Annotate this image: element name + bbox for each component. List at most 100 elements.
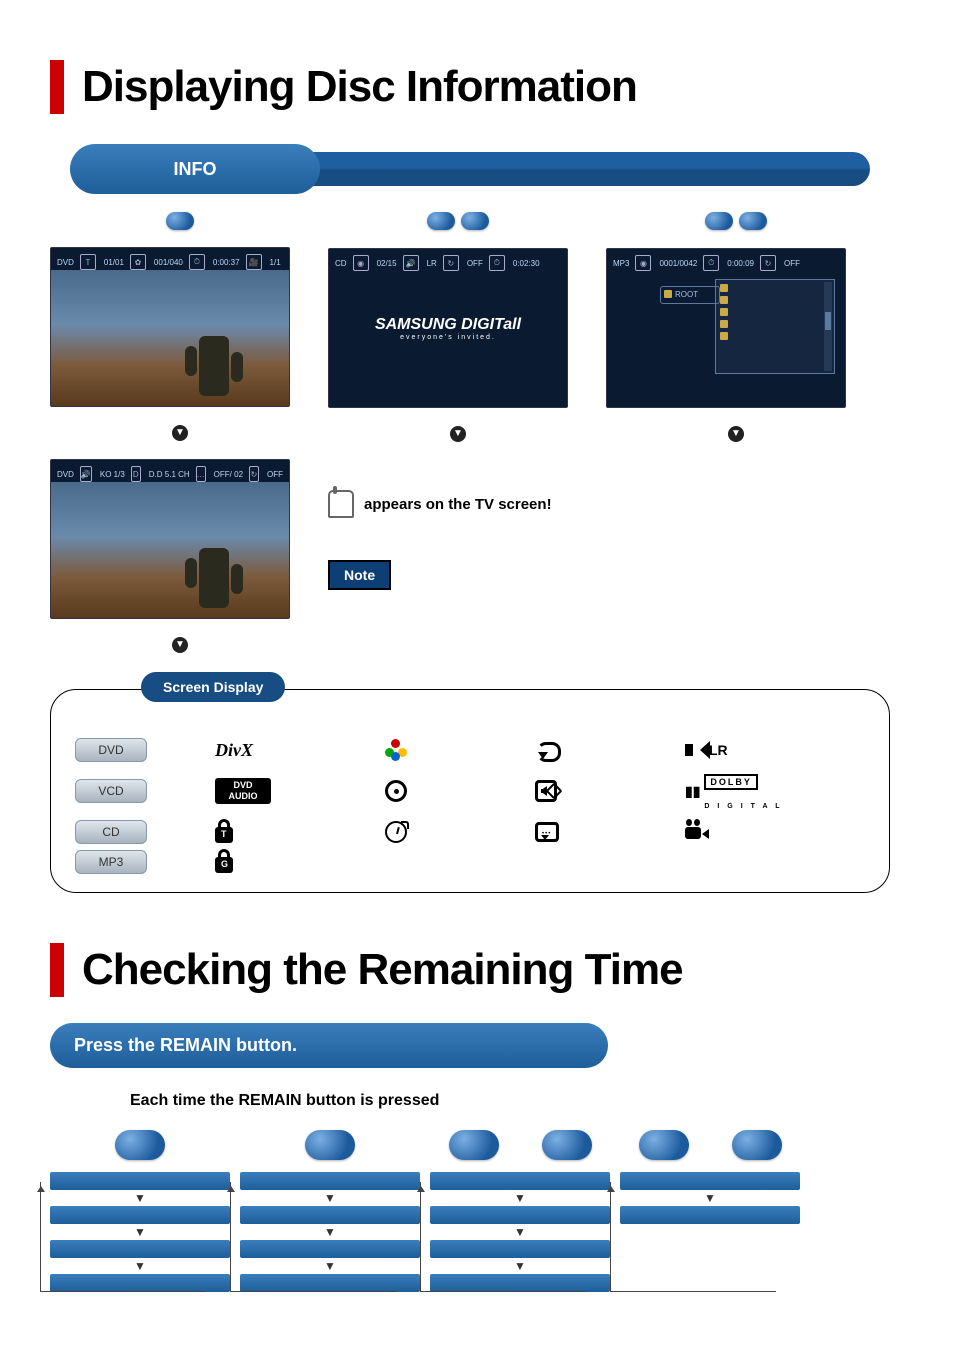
cactus-decoration-2: [199, 548, 229, 608]
down-caret-icon: ▼: [430, 1262, 610, 1270]
arrow-down-icon: ▼: [172, 425, 188, 441]
screen-display-box: Screen Display DVD DivX LR VCD DVD AUDIO…: [50, 689, 890, 893]
repeat-cycle-icon: [535, 740, 655, 760]
down-caret-icon: ▼: [50, 1194, 230, 1202]
dvd1-chapter: 001/040: [154, 258, 183, 267]
arrow-down-icon-2: ▼: [172, 637, 188, 653]
mp3-osd-shot: MP3 ◉ 0001/0042 ⏱ 0:00:09 ↻ OFF ROOT: [606, 248, 846, 408]
down-caret-icon: ▼: [240, 1262, 420, 1270]
title-clover-icon: [385, 739, 505, 761]
mp3-time-icon: ⏱: [703, 255, 719, 271]
dvd-audio-logo: DVD AUDIO: [215, 778, 271, 804]
info-pill: INFO: [50, 144, 870, 194]
mp3-track-icon: ◉: [635, 255, 651, 271]
heading-accent-bar: [50, 60, 64, 114]
heading-checking-title: Checking the Remaining Time: [82, 945, 683, 995]
cd-osd-shot: CD ◉ 02/15 🔊 LR ↻ OFF ⏱ 0:02:30 SAMSUNG …: [328, 248, 568, 408]
dvd-osd-shot-1: DVD T 01/01 ✿ 001/040 ⏱ 0:00:37 🎥 1/1: [50, 247, 290, 407]
mp3-file-row: [720, 284, 830, 296]
remain-btn-icon: [115, 1130, 165, 1160]
audio-channel-icon: [535, 780, 655, 802]
dvd2-audio: KO 1/3: [100, 470, 125, 479]
mp3-file-row: [720, 320, 830, 332]
speaker-lr-label: LR: [709, 742, 728, 758]
angle-icon: 🎥: [246, 254, 262, 270]
track-disc-icon: [385, 780, 505, 802]
remain-btn-icon: [449, 1130, 499, 1160]
remain-line: [430, 1240, 610, 1258]
repeat-icon: ↻: [249, 466, 259, 482]
down-caret-icon: ▼: [430, 1194, 610, 1202]
remain-btn-icon: [542, 1130, 592, 1160]
cd-shot-button-icon-1: [427, 212, 455, 230]
subtitle-bubble-icon: •••: [535, 822, 655, 842]
mp3-shot-button-icon-1: [705, 212, 733, 230]
hand-note-text: appears on the TV screen!: [364, 496, 552, 513]
hand-note: appears on the TV screen!: [328, 490, 588, 518]
cycle-arrows: ▼ ▼ ▼: [240, 1172, 420, 1298]
remain-line: [240, 1206, 420, 1224]
dolby-digital-logo: ▮▮ DOLBY D I G I T A L: [685, 768, 845, 814]
down-caret-icon: ▼: [240, 1228, 420, 1236]
media-pill-vcd: VCD: [75, 779, 147, 803]
cd-logo-line2: everyone's invited.: [400, 334, 496, 341]
dvd-audio-line2: AUDIO: [215, 791, 271, 802]
mp3-file-row: [720, 308, 830, 320]
remain-line: [620, 1172, 800, 1190]
dvd-shot1-button-icon: [166, 212, 194, 230]
time-icon: ⏱: [189, 254, 205, 270]
cycle-arrows: ▼ ▼ ▼: [50, 1172, 230, 1298]
dvd2-type: DVD: [57, 470, 74, 479]
heading-accent-bar-2: [50, 943, 64, 997]
audio-dolby-icon: D: [131, 466, 141, 482]
remain-line: [240, 1240, 420, 1258]
note-tag: Note: [328, 560, 391, 590]
mp3-file-row: [720, 296, 830, 308]
section-heading-checking: Checking the Remaining Time: [50, 943, 904, 997]
cd-logo-line1: SAMSUNG DIGITall: [375, 316, 521, 334]
divx-logo: DivX: [215, 740, 355, 761]
screen-display-tab: Screen Display: [141, 672, 285, 702]
clock-elapsed-icon: [385, 821, 505, 843]
page-number: 30: [40, 28, 56, 44]
remain-line: [50, 1240, 230, 1258]
remain-line: [240, 1172, 420, 1190]
dvd1-title: 01/01: [104, 258, 124, 267]
cycle-arrows: ▼ ▼ ▼: [430, 1172, 610, 1298]
dolby-sub: D I G I T A L: [704, 803, 782, 810]
cactus-decoration: [199, 336, 229, 396]
group-lock-icon: G: [215, 851, 355, 873]
remain-col-1: ▼ ▼ ▼: [50, 1130, 230, 1296]
mp3-file-row: [720, 332, 830, 344]
speaker-lr-icon: LR: [685, 739, 845, 761]
title-lock-icon: T: [215, 821, 355, 843]
remain-line: [50, 1206, 230, 1224]
arrow-down-icon-4: ▼: [728, 426, 744, 442]
remain-line: [620, 1206, 800, 1224]
cd-shot-button-icon-2: [461, 212, 489, 230]
hand-stop-icon: [328, 490, 354, 518]
subtitle-icon: …: [196, 466, 206, 482]
down-caret-icon: ▼: [430, 1228, 610, 1236]
heading-displaying-title: Displaying Disc Information: [82, 62, 637, 112]
cycle-arrows: ▼: [620, 1172, 800, 1298]
media-pill-cd: CD: [75, 820, 147, 844]
remain-line: [240, 1274, 420, 1292]
remain-line: [430, 1274, 610, 1292]
dvd2-repeat: OFF: [267, 470, 283, 479]
media-pill-dvd: DVD: [75, 738, 147, 762]
mp3-shot-button-icon-2: [739, 212, 767, 230]
chapter-icon: ✿: [130, 254, 146, 270]
mp3-file-list: ROOT: [715, 279, 835, 374]
mp3-time: 0:00:09: [727, 259, 754, 268]
remain-btn-icon: [305, 1130, 355, 1160]
mp3-track: 0001/0042: [659, 259, 697, 268]
down-caret-icon: ▼: [50, 1262, 230, 1270]
dvd1-time: 0:00:37: [213, 258, 240, 267]
remain-line: [50, 1172, 230, 1190]
dvd1-angle: 1/1: [270, 258, 281, 267]
remain-line: [430, 1206, 610, 1224]
down-caret-icon: ▼: [50, 1228, 230, 1236]
remain-line: [50, 1274, 230, 1292]
dvd2-sub: OFF/ 02: [214, 470, 243, 479]
